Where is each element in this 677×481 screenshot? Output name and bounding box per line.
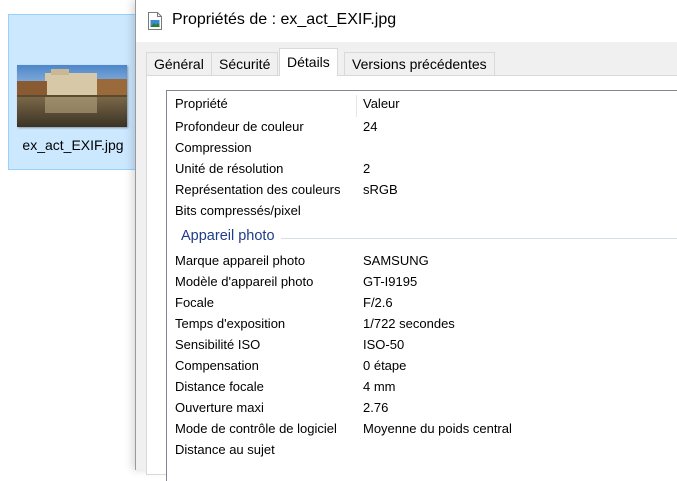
property-name: Compression <box>175 140 252 155</box>
list-item[interactable]: Marque appareil photo SAMSUNG <box>167 250 677 271</box>
file-item-selected[interactable]: ex_act_EXIF.jpg <box>8 14 138 170</box>
image-thumbnail <box>17 65 127 127</box>
property-value: 1/722 secondes <box>363 316 455 331</box>
properties-dialog: Propriétés de : ex_act_EXIF.jpg Général … <box>135 0 677 481</box>
property-name: Temps d'exposition <box>175 316 286 331</box>
details-tab-panel: Propriété Valeur Profondeur de couleur 2… <box>146 75 677 481</box>
list-item[interactable]: Compression <box>167 137 677 158</box>
column-header-value[interactable]: Valeur <box>363 93 400 114</box>
property-value: 24 <box>363 119 378 134</box>
property-name: Modèle d'appareil photo <box>175 274 314 289</box>
image-file-icon <box>148 12 162 30</box>
property-value: Moyenne du poids central <box>363 421 512 436</box>
list-item[interactable]: Distance focale 4 mm <box>167 376 677 397</box>
list-header: Propriété Valeur <box>167 91 677 117</box>
list-item[interactable]: Sensibilité ISO ISO-50 <box>167 334 677 355</box>
list-item[interactable]: Distance au sujet <box>167 439 677 460</box>
group-header-camera: Appareil photo <box>167 228 677 252</box>
dialog-title: Propriétés de : ex_act_EXIF.jpg <box>172 11 397 28</box>
list-item[interactable]: Bits compressés/pixel <box>167 200 677 221</box>
list-item[interactable]: Représentation des couleurs sRGB <box>167 179 677 200</box>
tab-versions-precedentes[interactable]: Versions précédentes <box>344 52 495 75</box>
dialog-titlebar[interactable]: Propriétés de : ex_act_EXIF.jpg <box>136 0 677 42</box>
column-divider[interactable] <box>356 95 357 117</box>
column-header-property[interactable]: Propriété <box>175 93 228 114</box>
list-item[interactable]: Temps d'exposition 1/722 secondes <box>167 313 677 334</box>
list-item[interactable]: Unité de résolution 2 <box>167 158 677 179</box>
list-item[interactable]: Modèle d'appareil photo GT-I9195 <box>167 271 677 292</box>
property-value: GT-I9195 <box>363 274 418 289</box>
property-name: Focale <box>175 295 215 310</box>
property-name: Représentation des couleurs <box>175 182 341 197</box>
property-value: 0 étape <box>363 358 407 373</box>
property-name: Unité de résolution <box>175 161 284 176</box>
list-item[interactable]: Ouverture maxi 2.76 <box>167 397 677 418</box>
property-value: F/2.6 <box>363 295 393 310</box>
property-name: Marque appareil photo <box>175 253 306 268</box>
property-name: Compensation <box>175 358 259 373</box>
tab-details[interactable]: Détails <box>279 48 338 76</box>
list-item[interactable]: Mode de contrôle de logiciel Moyenne du … <box>167 418 677 439</box>
property-name: Distance focale <box>175 379 264 394</box>
tab-general[interactable]: Général <box>146 52 212 75</box>
property-value: 2 <box>363 161 371 176</box>
property-name: Distance au sujet <box>175 442 275 457</box>
property-value: sRGB <box>363 182 398 197</box>
property-value: 4 mm <box>363 379 396 394</box>
property-name: Mode de contrôle de logiciel <box>175 421 337 436</box>
property-value: SAMSUNG <box>363 253 429 268</box>
file-name-label: ex_act_EXIF.jpg <box>22 137 124 153</box>
property-name: Profondeur de couleur <box>175 119 304 134</box>
property-name: Sensibilité ISO <box>175 337 261 352</box>
details-list[interactable]: Propriété Valeur Profondeur de couleur 2… <box>166 90 677 481</box>
list-item[interactable]: Compensation 0 étape <box>167 355 677 376</box>
list-item[interactable]: Profondeur de couleur 24 <box>167 116 677 137</box>
tab-securite[interactable]: Sécurité <box>211 52 279 75</box>
property-name: Ouverture maxi <box>175 400 264 415</box>
property-name: Bits compressés/pixel <box>175 203 301 218</box>
list-item[interactable]: Focale F/2.6 <box>167 292 677 313</box>
property-value: ISO-50 <box>363 337 405 352</box>
group-label: Appareil photo <box>181 228 281 244</box>
property-value: 2.76 <box>363 400 389 415</box>
